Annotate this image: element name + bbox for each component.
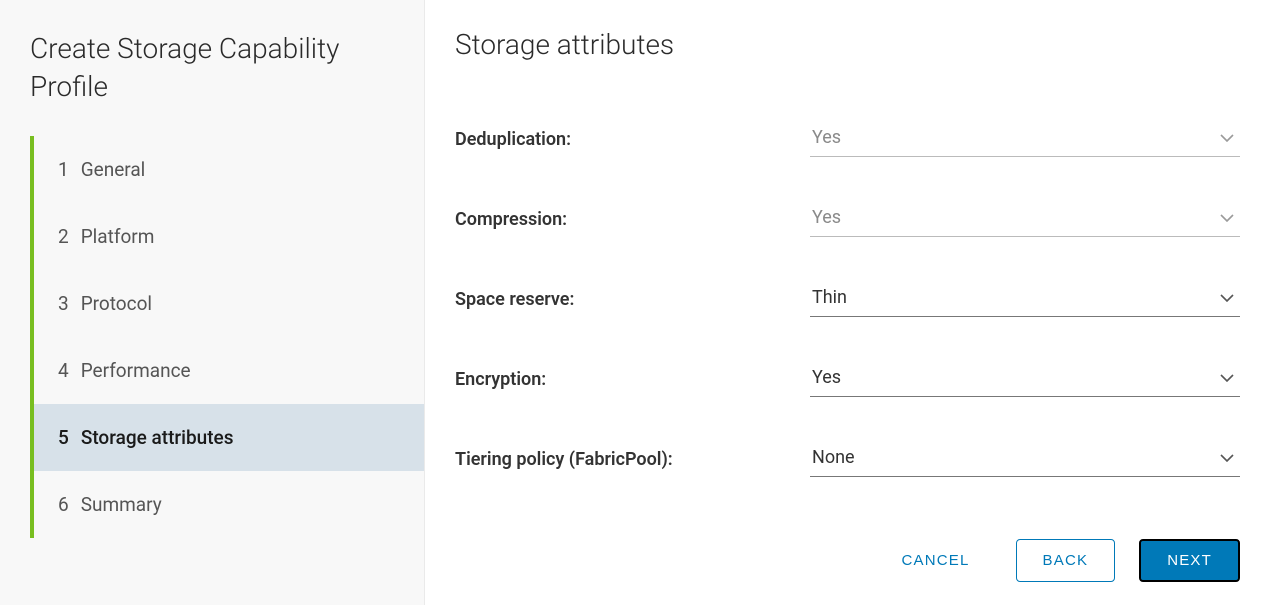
- wizard-sidebar: Create Storage Capability Profile 1 Gene…: [0, 0, 425, 605]
- wizard-main: Storage attributes Deduplication: Yes Co…: [425, 0, 1280, 605]
- step-num: 4: [58, 359, 69, 382]
- compression-select[interactable]: Yes: [810, 201, 1240, 237]
- select-value: Thin: [812, 287, 847, 308]
- select-control[interactable]: None: [810, 441, 1240, 477]
- step-num: 3: [58, 292, 69, 315]
- field-space-reserve-row: Space reserve: Thin: [455, 281, 1240, 317]
- step-num: 2: [58, 225, 69, 248]
- step-label: Protocol: [81, 292, 152, 315]
- step-protocol[interactable]: 3 Protocol: [34, 270, 424, 337]
- select-control[interactable]: Yes: [810, 361, 1240, 397]
- step-summary[interactable]: 6 Summary: [34, 471, 424, 538]
- chevron-down-icon: [1220, 134, 1234, 142]
- chevron-down-icon: [1220, 454, 1234, 462]
- wizard-container: Create Storage Capability Profile 1 Gene…: [0, 0, 1280, 605]
- field-label: Tiering policy (FabricPool):: [455, 449, 810, 470]
- select-control[interactable]: Thin: [810, 281, 1240, 317]
- step-platform[interactable]: 2 Platform: [34, 203, 424, 270]
- step-num: 5: [58, 426, 69, 449]
- encryption-select[interactable]: Yes: [810, 361, 1240, 397]
- space-reserve-select[interactable]: Thin: [810, 281, 1240, 317]
- step-label: Platform: [81, 225, 155, 248]
- step-storage-attributes[interactable]: 5 Storage attributes: [34, 404, 424, 471]
- tiering-policy-select[interactable]: None: [810, 441, 1240, 477]
- wizard-footer: CANCEL BACK NEXT: [455, 521, 1240, 582]
- field-compression-row: Compression: Yes: [455, 201, 1240, 237]
- back-button[interactable]: BACK: [1016, 539, 1116, 582]
- field-encryption-row: Encryption: Yes: [455, 361, 1240, 397]
- step-label: General: [81, 158, 146, 181]
- field-label: Space reserve:: [455, 289, 810, 310]
- chevron-down-icon: [1220, 214, 1234, 222]
- chevron-down-icon: [1220, 294, 1234, 302]
- step-num: 1: [58, 158, 69, 181]
- field-label: Compression:: [455, 209, 810, 230]
- select-control[interactable]: Yes: [810, 201, 1240, 237]
- step-performance[interactable]: 4 Performance: [34, 337, 424, 404]
- wizard-title: Create Storage Capability Profile: [30, 30, 424, 106]
- page-title: Storage attributes: [455, 28, 1240, 61]
- select-control[interactable]: Yes: [810, 121, 1240, 157]
- cancel-button[interactable]: CANCEL: [879, 540, 991, 581]
- select-value: Yes: [812, 207, 841, 228]
- step-label: Performance: [81, 359, 191, 382]
- step-general[interactable]: 1 General: [34, 136, 424, 203]
- next-button[interactable]: NEXT: [1139, 539, 1240, 582]
- field-label: Encryption:: [455, 369, 810, 390]
- deduplication-select[interactable]: Yes: [810, 121, 1240, 157]
- field-tiering-policy-row: Tiering policy (FabricPool): None: [455, 441, 1240, 477]
- field-deduplication-row: Deduplication: Yes: [455, 121, 1240, 157]
- step-num: 6: [58, 493, 69, 516]
- wizard-steps: 1 General 2 Platform 3 Protocol 4 Perfor…: [30, 136, 424, 538]
- select-value: None: [812, 447, 855, 468]
- field-label: Deduplication:: [455, 129, 810, 150]
- form-rows: Deduplication: Yes Compression: Yes: [455, 121, 1240, 521]
- select-value: Yes: [812, 127, 841, 148]
- step-label: Summary: [81, 493, 162, 516]
- step-label: Storage attributes: [81, 426, 234, 449]
- chevron-down-icon: [1220, 374, 1234, 382]
- select-value: Yes: [812, 367, 841, 388]
